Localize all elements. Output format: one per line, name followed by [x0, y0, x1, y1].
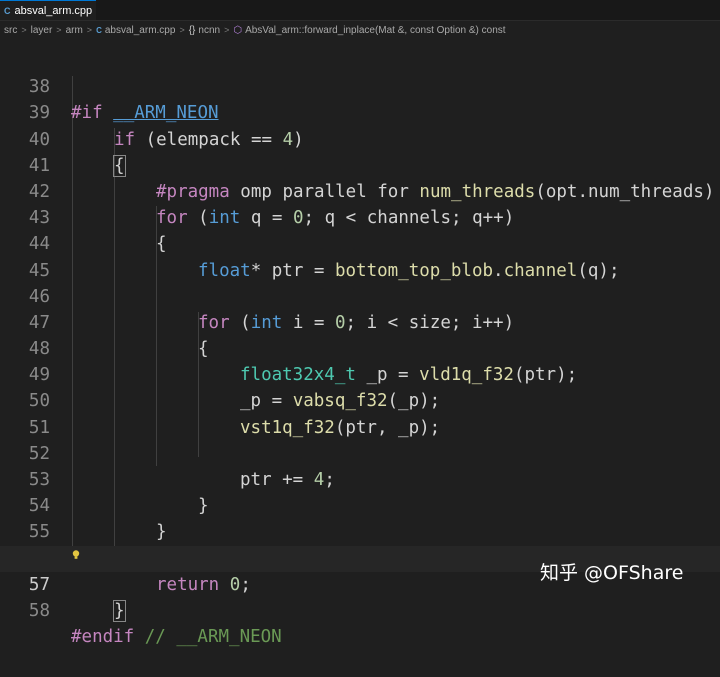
matched-brace: } [113, 599, 126, 622]
breadcrumb-method[interactable]: AbsVal_arm::forward_inplace(Mat &, const… [245, 25, 505, 36]
chevron-right-icon: > [224, 25, 230, 35]
code-line: 56 return 0; [0, 519, 720, 595]
tab-absval-arm-cpp[interactable]: C absval_arm.cpp [0, 0, 96, 20]
line-number: 58 [28, 600, 50, 621]
tab-label: absval_arm.cpp [14, 4, 93, 17]
watermark: 知乎 @OFShare [540, 562, 684, 584]
code-line: 51 [0, 388, 720, 438]
breadcrumb-src[interactable]: src [4, 25, 17, 36]
breadcrumb-layer[interactable]: layer [31, 25, 53, 36]
code-line: 53 } [0, 441, 720, 516]
code-line: 44 float* ptr = bottom_top_blob.channel(… [0, 205, 720, 280]
code-line: 38 #if __ARM_NEON [0, 48, 720, 123]
chevron-right-icon: > [179, 25, 185, 35]
breadcrumb: src > layer > arm > C absval_arm.cpp > {… [0, 21, 720, 39]
code-line: 54 } [0, 467, 720, 542]
code-line: 41 #pragma omp parallel for num_threads(… [0, 127, 720, 202]
code-line: 52 ptr += 4; [0, 415, 720, 490]
code-line: 49 _p = vabsq_f32(_p); [0, 336, 720, 411]
code-editor[interactable]: 38 #if __ARM_NEON 39 if (elempack == 4) … [0, 48, 720, 647]
namespace-icon: {} [188, 24, 196, 36]
code-line: 48 float32x4_t _p = vld1q_f32(ptr); [0, 310, 720, 385]
cpp-file-icon: C [96, 25, 102, 35]
chevron-right-icon: > [86, 25, 93, 35]
breadcrumb-arm[interactable]: arm [66, 25, 83, 36]
chevron-right-icon: > [21, 25, 27, 35]
code-line: 40 { [0, 100, 720, 177]
code-line: 47 { [0, 284, 720, 359]
code-line: 39 if (elempack == 4) [0, 74, 720, 149]
code-line: 43 { [0, 179, 720, 254]
code-line: 46 for (int i = 0; i < size; i++) [0, 258, 720, 333]
comment: // __ARM_NEON [134, 627, 282, 648]
method-cube-icon: ⬡ [233, 24, 243, 36]
code-line: 50 vst1q_f32(ptr, _p); [0, 362, 720, 437]
code-line: 45 [0, 231, 720, 281]
code-line: 55 [0, 493, 720, 542]
preprocessor-endif: #endif [71, 627, 135, 648]
breadcrumb-namespace[interactable]: ncnn [198, 25, 220, 36]
cpp-file-icon: C [4, 5, 11, 16]
tab-bar: C absval_arm.cpp [0, 0, 720, 21]
breadcrumb-file[interactable]: absval_arm.cpp [105, 25, 176, 36]
code-line: 42 for (int q = 0; q < channels; q++) [0, 153, 720, 228]
chevron-right-icon: > [56, 25, 62, 35]
lightbulb-icon[interactable] [72, 550, 80, 560]
